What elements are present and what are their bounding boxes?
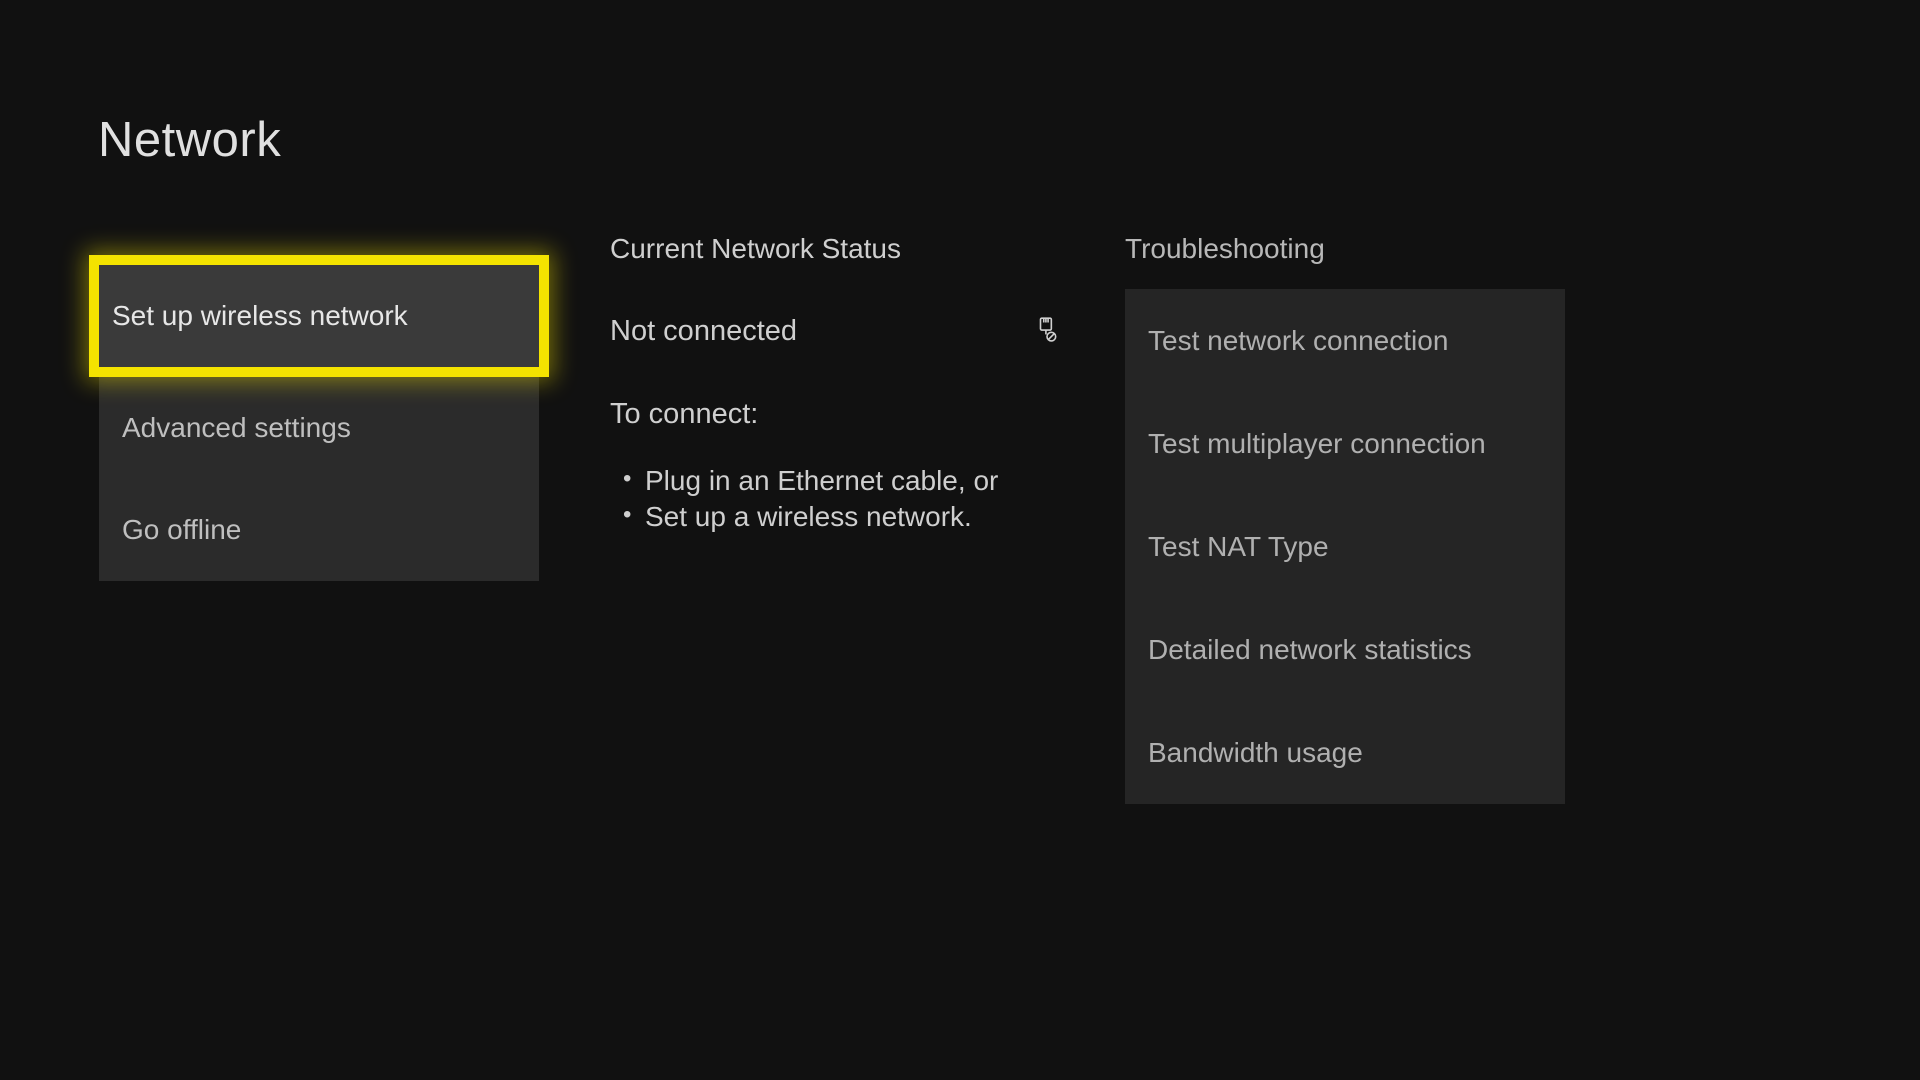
left-actions-panel: Set up wireless network Advanced setting… xyxy=(99,265,539,581)
network-status-panel: Current Network Status Not connected To … xyxy=(610,233,1065,536)
setup-wireless-tile[interactable]: Set up wireless network xyxy=(89,255,549,377)
connect-label: To connect: xyxy=(610,398,1065,431)
disconnected-ethernet-icon xyxy=(1034,316,1060,347)
advanced-settings-label: Advanced settings xyxy=(122,412,351,444)
detailed-network-statistics-tile[interactable]: Detailed network statistics xyxy=(1125,598,1565,701)
troubleshooting-heading: Troubleshooting xyxy=(1125,233,1565,265)
bandwidth-usage-tile[interactable]: Bandwidth usage xyxy=(1125,701,1565,804)
test-multiplayer-connection-tile[interactable]: Test multiplayer connection xyxy=(1125,392,1565,495)
troubleshooting-panel: Troubleshooting Test network connection … xyxy=(1125,233,1565,804)
go-offline-tile[interactable]: Go offline xyxy=(99,479,539,581)
connection-state: Not connected xyxy=(610,315,797,348)
tile-label: Test multiplayer connection xyxy=(1148,428,1486,460)
tile-label: Test network connection xyxy=(1148,325,1448,357)
tile-label: Detailed network statistics xyxy=(1148,634,1472,666)
status-heading: Current Network Status xyxy=(610,233,1065,265)
setup-wireless-label: Set up wireless network xyxy=(112,300,408,332)
tile-label: Test NAT Type xyxy=(1148,531,1329,563)
test-network-connection-tile[interactable]: Test network connection xyxy=(1125,289,1565,392)
page-title: Network xyxy=(98,112,281,168)
connect-bullet: Set up a wireless network. xyxy=(645,499,1065,535)
test-nat-type-tile[interactable]: Test NAT Type xyxy=(1125,495,1565,598)
advanced-settings-tile[interactable]: Advanced settings xyxy=(99,377,539,479)
connect-bullet: Plug in an Ethernet cable, or xyxy=(645,463,1065,499)
go-offline-label: Go offline xyxy=(122,514,241,546)
tile-label: Bandwidth usage xyxy=(1148,737,1363,769)
